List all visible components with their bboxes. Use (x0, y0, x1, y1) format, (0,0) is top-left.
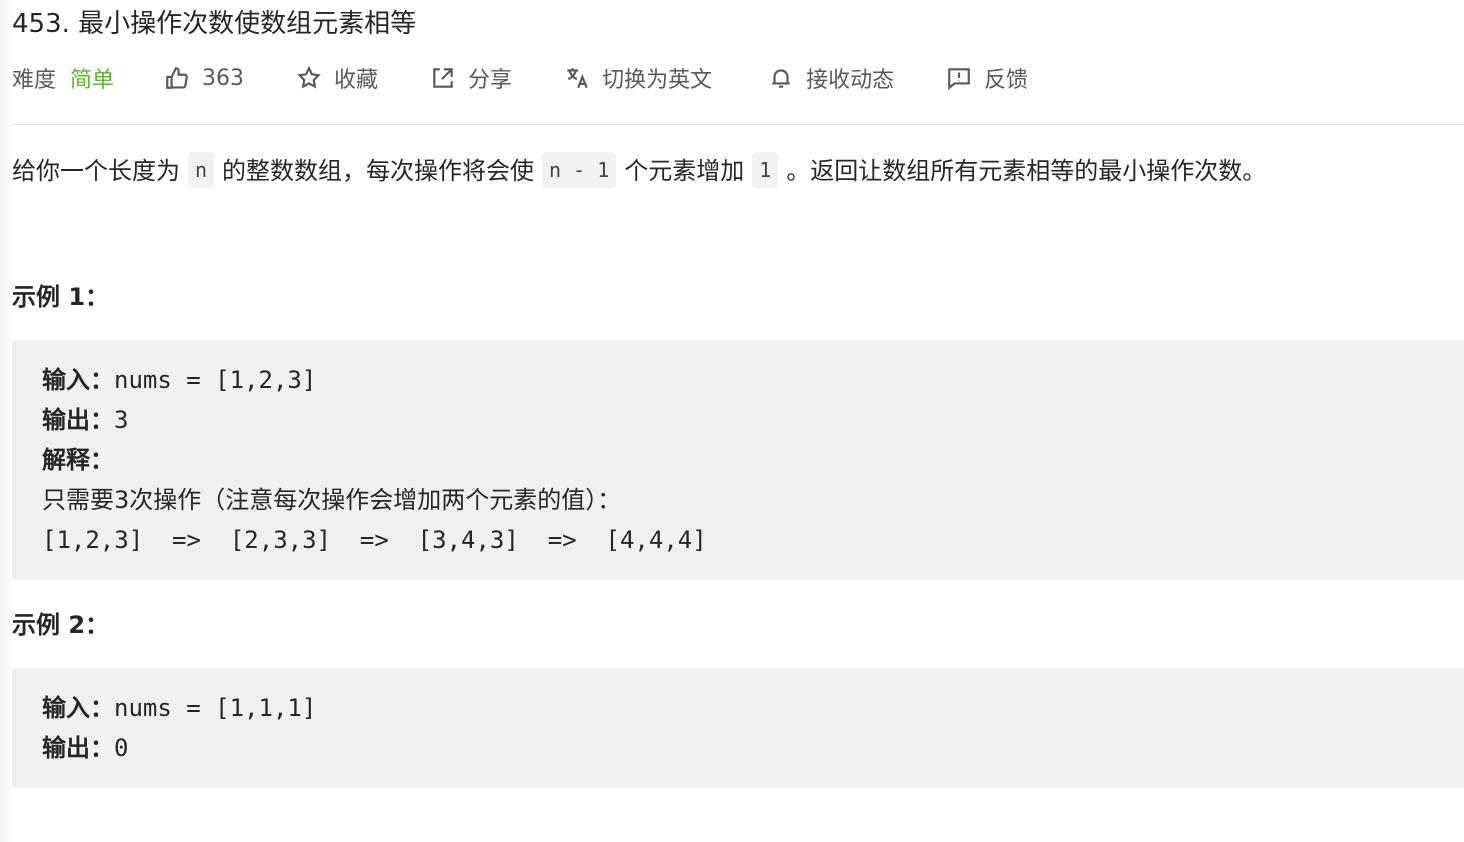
example-output-line: 输出：0 (42, 728, 1434, 768)
subscribe-button[interactable]: 接收动态 (768, 62, 894, 94)
share-button[interactable]: 分享 (430, 62, 512, 94)
inline-code: n (188, 152, 215, 188)
like-button[interactable]: 363 (164, 65, 244, 91)
favorite-button[interactable]: 收藏 (296, 62, 378, 94)
output-value: 0 (114, 734, 129, 762)
subscribe-label: 接收动态 (806, 68, 895, 93)
like-count: 363 (202, 65, 245, 91)
example-input-line: 输入：nums = [1,2,3] (42, 360, 1434, 400)
example-1-heading: 示例 1： (12, 283, 110, 311)
explain-steps: [1,2,3] => [2,3,3] => [3,4,3] => [4,4,4] (42, 526, 707, 554)
explain-label: 解释： (42, 446, 114, 474)
header-divider (12, 124, 1464, 125)
output-label: 输出： (42, 734, 114, 762)
translate-label: 切换为英文 (602, 68, 713, 93)
bell-icon (772, 69, 790, 88)
inline-code: 1 (752, 152, 779, 188)
star-icon (297, 65, 321, 89)
input-value: nums = [1,2,3] (114, 366, 317, 394)
difficulty-label: 难度 (12, 68, 57, 93)
problem-title: 453. 最小操作次数使数组元素相等 (12, 9, 417, 39)
share-label: 分享 (468, 68, 513, 93)
translate-icon (567, 68, 588, 89)
description-text: 个元素增加 (624, 157, 745, 185)
example-1-block: 输入：nums = [1,2,3] 输出：3 解释： 只需要3次操作（注意每次操… (12, 340, 1464, 580)
left-shadow (0, 0, 12, 842)
translate-button[interactable]: 切换为英文 (564, 62, 712, 94)
output-label: 输出： (42, 406, 114, 434)
output-value: 3 (114, 406, 129, 434)
example-2-heading: 示例 2： (12, 611, 110, 639)
feedback-icon (948, 68, 970, 91)
example-explain-line: 解释： (42, 440, 1434, 480)
example-input-line: 输入：nums = [1,1,1] (42, 688, 1434, 728)
description-text: 给你一个长度为 (12, 157, 180, 185)
thumbs-up-icon (166, 67, 188, 89)
difficulty-badge: 简单 (70, 68, 115, 93)
explain-text: 只需要3次操作（注意每次操作会增加两个元素的值）： (42, 486, 622, 514)
problem-page: 453. 最小操作次数使数组元素相等 难度 简单 363 收藏 分享 切换为英文… (0, 0, 1464, 842)
example-output-line: 输出：3 (42, 400, 1434, 440)
description-text: 的整数数组，每次操作将会使 (222, 157, 535, 185)
input-value: nums = [1,1,1] (114, 694, 317, 722)
problem-toolbar: 难度 简单 363 收藏 分享 切换为英文 接收动态 反馈 (12, 60, 1028, 96)
problem-description: 给你一个长度为 n 的整数数组，每次操作将会使 n - 1 个元素增加 1 。返回让数组所有… (12, 150, 1266, 192)
share-icon (433, 68, 453, 88)
input-label: 输入： (42, 694, 114, 722)
inline-code: n - 1 (542, 152, 617, 188)
input-label: 输入： (42, 366, 114, 394)
description-text: 。返回让数组所有元素相等的最小操作次数。 (786, 157, 1267, 185)
example-2-block: 输入：nums = [1,1,1] 输出：0 (12, 668, 1464, 788)
feedback-button[interactable]: 反馈 (946, 62, 1028, 94)
feedback-label: 反馈 (984, 68, 1029, 93)
favorite-label: 收藏 (334, 68, 379, 93)
